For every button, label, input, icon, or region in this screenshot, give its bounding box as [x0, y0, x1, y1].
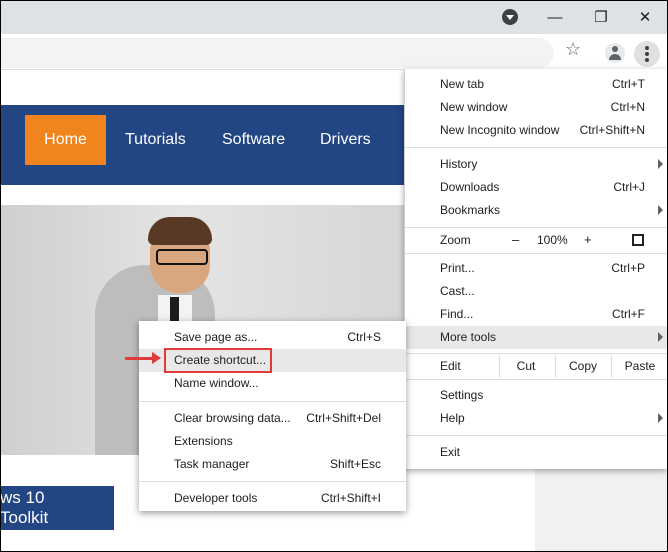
- menu-item-label: Find...: [440, 307, 474, 321]
- nav-software[interactable]: Software: [222, 105, 285, 185]
- menu-item-new-window[interactable]: New window Ctrl+N: [405, 96, 667, 119]
- menu-item-shortcut: Ctrl+N: [610, 100, 645, 114]
- account-icon[interactable]: [605, 43, 625, 63]
- menu-item-bookmarks[interactable]: Bookmarks: [405, 199, 667, 222]
- menu-item-shortcut: Shift+Esc: [329, 457, 381, 471]
- menu-item-shortcut: Ctrl+J: [613, 180, 645, 194]
- menu-item-label: More tools: [440, 330, 497, 344]
- menu-item-shortcut: Ctrl+Shift+N: [579, 123, 645, 137]
- chrome-menu: New tab Ctrl+T New window Ctrl+N New Inc…: [404, 69, 667, 469]
- star-icon[interactable]: ☆: [565, 39, 581, 60]
- menu-item-shortcut: Ctrl+F: [612, 307, 645, 321]
- menu-item-new-incognito[interactable]: New Incognito window Ctrl+Shift+N: [405, 119, 667, 142]
- menu-item-label: Edit: [440, 359, 461, 373]
- kebab-menu-icon[interactable]: [634, 41, 660, 67]
- chevron-right-icon: [658, 205, 663, 215]
- menu-item-more-tools[interactable]: More tools: [405, 326, 667, 349]
- menu-item-shortcut: Ctrl+Shift+I: [320, 491, 381, 505]
- nav-home[interactable]: Home: [25, 115, 106, 165]
- submenu-item-developer-tools[interactable]: Developer tools Ctrl+Shift+I: [139, 487, 406, 510]
- submenu-item-name-window[interactable]: Name window...: [139, 372, 406, 395]
- menu-item-label: Extensions: [174, 434, 233, 448]
- menu-item-label: Zoom: [440, 233, 471, 247]
- minimize-icon: —: [547, 8, 563, 26]
- close-icon: ✕: [638, 9, 652, 26]
- menu-item-history[interactable]: History: [405, 153, 667, 176]
- nav-tutorials[interactable]: Tutorials: [125, 105, 186, 185]
- menu-item-find[interactable]: Find... Ctrl+F: [405, 303, 667, 326]
- browser-toolbar: ☆: [0, 34, 668, 70]
- zoom-out-button[interactable]: –: [512, 232, 519, 247]
- menu-item-label: Print...: [440, 261, 475, 275]
- menu-item-new-tab[interactable]: New tab Ctrl+T: [405, 73, 667, 96]
- close-button[interactable]: ✕: [622, 0, 668, 34]
- menu-item-label: Help: [440, 411, 465, 425]
- menu-item-label: Exit: [440, 445, 461, 459]
- toolkit-banner[interactable]: ws 10 Toolkit: [0, 486, 114, 530]
- submenu-item-save-page[interactable]: Save page as... Ctrl+S: [139, 326, 406, 349]
- menu-item-cast[interactable]: Cast...: [405, 280, 667, 303]
- menu-item-zoom: Zoom – 100% +: [405, 229, 667, 252]
- zoom-level: 100%: [537, 233, 568, 247]
- fullscreen-icon[interactable]: [632, 234, 644, 246]
- menu-item-label: Cast...: [440, 284, 475, 298]
- menu-item-settings[interactable]: Settings: [405, 384, 667, 407]
- submenu-item-task-manager[interactable]: Task manager Shift+Esc: [139, 453, 406, 476]
- sidebar-strip: [535, 465, 668, 552]
- menu-item-label: Task manager: [174, 457, 250, 471]
- menu-item-shortcut: Ctrl+T: [612, 77, 645, 91]
- menu-item-help[interactable]: Help: [405, 407, 667, 430]
- site-nav: Home Tutorials Software Drivers: [0, 105, 420, 185]
- menu-item-label: Bookmarks: [440, 203, 501, 217]
- tab-search-icon[interactable]: [502, 9, 518, 25]
- menu-item-label: Save page as...: [174, 330, 258, 344]
- zoom-in-button[interactable]: +: [584, 232, 592, 247]
- address-bar[interactable]: [0, 38, 554, 68]
- menu-item-label: History: [440, 157, 478, 171]
- menu-item-label: New tab: [440, 77, 485, 91]
- nav-drivers[interactable]: Drivers: [320, 105, 371, 185]
- restore-icon: ❐: [594, 9, 608, 26]
- pointer-arrow-head: [152, 352, 161, 364]
- minimize-button[interactable]: —: [532, 0, 578, 34]
- highlight-box: [164, 348, 272, 373]
- menu-item-print[interactable]: Print... Ctrl+P: [405, 257, 667, 280]
- chevron-right-icon: [658, 159, 663, 169]
- title-bar: — ❐ ✕: [0, 0, 668, 34]
- submenu-item-clear-data[interactable]: Clear browsing data... Ctrl+Shift+Del: [139, 407, 406, 430]
- menu-item-label: Name window...: [174, 376, 259, 390]
- menu-item-edit: Edit Cut Copy Paste: [405, 355, 667, 378]
- menu-item-exit[interactable]: Exit: [405, 441, 667, 464]
- menu-item-label: New window: [440, 100, 508, 114]
- menu-item-shortcut: Ctrl+P: [611, 261, 645, 275]
- cut-button[interactable]: Cut: [499, 355, 552, 378]
- chevron-right-icon: [658, 413, 663, 423]
- menu-item-label: New Incognito window: [440, 123, 560, 137]
- submenu-item-extensions[interactable]: Extensions: [139, 430, 406, 453]
- paste-button[interactable]: Paste: [611, 355, 668, 378]
- pointer-arrow: [125, 357, 153, 360]
- menu-item-label: Developer tools: [174, 491, 258, 505]
- menu-item-shortcut: Ctrl+Shift+Del: [306, 411, 381, 425]
- menu-item-downloads[interactable]: Downloads Ctrl+J: [405, 176, 667, 199]
- copy-button[interactable]: Copy: [555, 355, 610, 378]
- menu-item-label: Clear browsing data...: [174, 411, 291, 425]
- chevron-right-icon: [658, 332, 663, 342]
- menu-item-label: Settings: [440, 388, 484, 402]
- menu-item-label: Downloads: [440, 180, 500, 194]
- menu-item-shortcut: Ctrl+S: [347, 330, 381, 344]
- maximize-button[interactable]: ❐: [578, 0, 624, 34]
